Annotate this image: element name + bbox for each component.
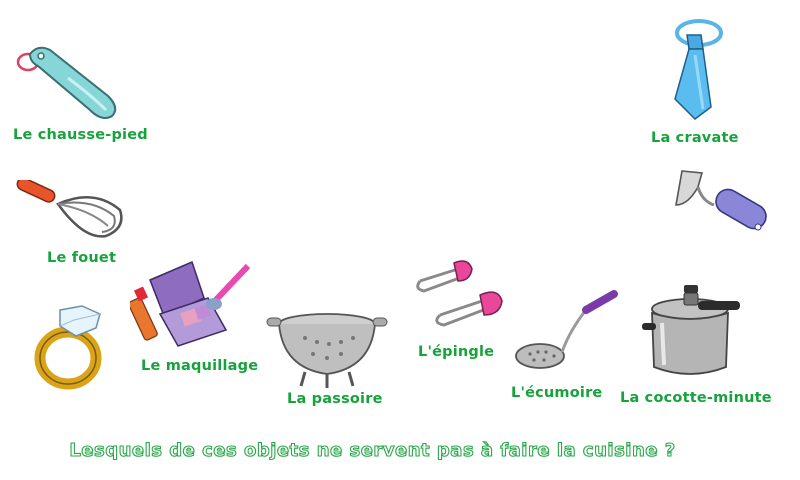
- label-passoire: La passoire: [287, 391, 383, 407]
- item-fouet[interactable]: [14, 180, 129, 245]
- item-chausse-pied[interactable]: [8, 40, 123, 120]
- label-cocotte: La cocotte-minute: [620, 390, 772, 406]
- pressure-cooker-icon: [642, 285, 740, 375]
- diamond-ring-icon: [34, 305, 102, 390]
- question-prompt: Lesquels de ces objets ne servent pas à …: [69, 439, 676, 461]
- item-bague[interactable]: [34, 300, 106, 390]
- label-ecumoire: L'écumoire: [511, 385, 603, 401]
- tie-icon: [674, 19, 723, 120]
- item-cravate[interactable]: [665, 15, 725, 123]
- skimmer-icon: [515, 290, 618, 369]
- label-chausse-pied: Le chausse-pied: [13, 127, 148, 143]
- label-fouet: Le fouet: [47, 250, 117, 266]
- shoehorn-icon: [16, 46, 117, 119]
- item-maquillage[interactable]: [130, 258, 255, 348]
- item-ecumoire[interactable]: [514, 290, 619, 375]
- label-epingle: L'épingle: [418, 344, 495, 360]
- colander-icon: [266, 313, 388, 388]
- item-epingle[interactable]: [410, 255, 510, 335]
- item-cocotte[interactable]: [640, 283, 745, 385]
- whisk-icon: [16, 180, 123, 238]
- makeup-icon: [130, 260, 251, 347]
- peeler-icon: [675, 170, 767, 231]
- label-maquillage: Le maquillage: [141, 358, 259, 374]
- safety-pin-icon: [416, 260, 503, 327]
- label-cravate: La cravate: [651, 130, 739, 146]
- item-eplucheur[interactable]: [668, 165, 773, 245]
- item-passoire[interactable]: [265, 308, 390, 390]
